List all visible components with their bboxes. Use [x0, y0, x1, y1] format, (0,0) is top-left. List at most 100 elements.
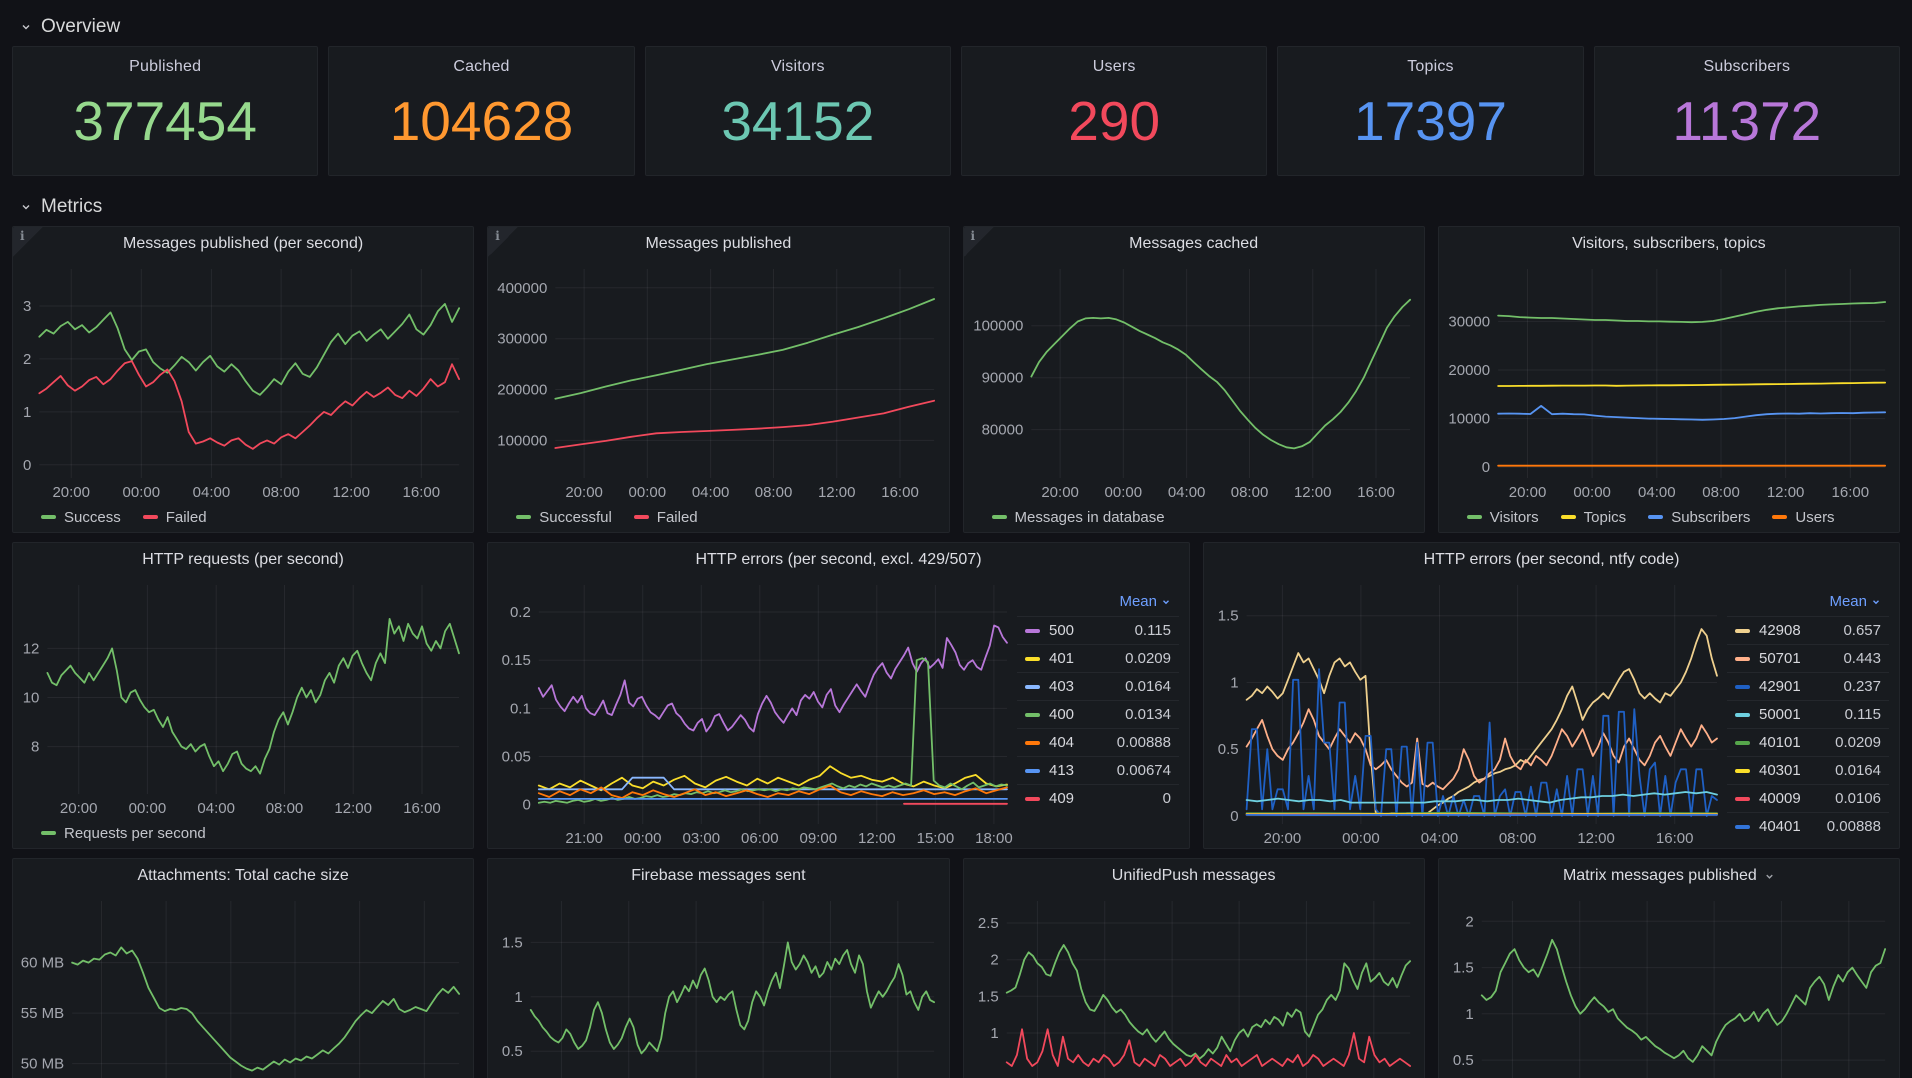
panel-title[interactable]: Matrix messages published — [1439, 859, 1899, 893]
legend-table-row[interactable]: 400090.0106 — [1727, 784, 1889, 812]
svg-text:00:00: 00:00 — [129, 800, 167, 817]
svg-text:20:00: 20:00 — [1041, 484, 1079, 501]
legend-item[interactable]: Failed — [143, 509, 207, 526]
svg-text:04:00: 04:00 — [1421, 830, 1459, 847]
stat-panel-cached: Cached 104628 — [328, 46, 634, 176]
legend-table-row[interactable]: 40301 0.0164 — [1727, 756, 1889, 784]
series-mean-value: 0.237 — [1843, 678, 1881, 695]
panel-visitors-subscribers-topics: Visitors, subscribers, topics 0100002000… — [1438, 226, 1900, 533]
panel-title[interactable]: HTTP requests (per second) — [13, 543, 473, 577]
series-label[interactable]: 42908 — [1759, 622, 1809, 639]
section-metrics[interactable]: Metrics — [12, 188, 1900, 226]
panel-messages-published: i Messages published 1000002000003000004… — [487, 226, 949, 533]
series-mean-value: 0.0164 — [1835, 762, 1881, 779]
legend-item[interactable]: Successful — [516, 509, 612, 526]
svg-text:20000: 20000 — [1448, 362, 1490, 379]
legend-item[interactable]: Messages in database — [992, 509, 1165, 526]
series-label[interactable]: 50001 — [1759, 706, 1809, 723]
chart-svg[interactable]: 50 MB55 MB60 MB20:0000:0004:0008:0012:00… — [15, 893, 469, 1078]
info-icon[interactable]: i — [488, 227, 518, 257]
legend-table-row[interactable]: 4130.00674 — [1017, 756, 1179, 784]
panel-messages-cached: i Messages cached 800009000010000020:000… — [963, 226, 1425, 533]
svg-text:00:00: 00:00 — [1573, 484, 1611, 501]
panel-title[interactable]: Messages cached — [964, 227, 1424, 261]
legend-table-row[interactable]: 429080.657 — [1727, 616, 1889, 644]
chart-svg[interactable]: 010000200003000020:0000:0004:0008:0012:0… — [1441, 261, 1895, 502]
legend-item[interactable]: Subscribers — [1648, 509, 1750, 526]
panel-title[interactable]: Messages published (per second) — [13, 227, 473, 261]
panel-title-text: Matrix messages published — [1563, 867, 1757, 885]
legend-item[interactable]: Visitors — [1467, 509, 1539, 526]
chart-svg[interactable]: 012320:0000:0004:0008:0012:0016:00 — [15, 261, 469, 502]
legend-table-row[interactable]: 5000.115 — [1017, 616, 1179, 644]
panel-title[interactable]: Messages published — [488, 227, 948, 261]
legend-table-row[interactable]: 401010.0209 — [1727, 728, 1889, 756]
series-label[interactable]: 500 — [1049, 622, 1099, 639]
stat-title[interactable]: Published — [129, 58, 201, 76]
chart-svg[interactable]: 0.511.520:0000:0004:0008:0012:0016:00 — [490, 893, 944, 1078]
svg-text:06:00: 06:00 — [741, 830, 779, 847]
stat-panel-subscribers: Subscribers 11372 — [1594, 46, 1900, 176]
panel-title[interactable]: Firebase messages sent — [488, 859, 948, 893]
series-label[interactable]: 404 — [1049, 734, 1099, 751]
panel-title[interactable]: Visitors, subscribers, topics — [1439, 227, 1899, 261]
legend-mean-header[interactable]: Mean — [1727, 591, 1889, 616]
series-label[interactable]: 40101 — [1759, 734, 1809, 751]
chart-svg[interactable]: 8101220:0000:0004:0008:0012:0016:00 — [15, 577, 469, 818]
svg-text:1: 1 — [1465, 1006, 1473, 1023]
chart-svg[interactable]: 10000020000030000040000020:0000:0004:000… — [490, 261, 944, 502]
series-label[interactable]: 403 — [1049, 678, 1099, 695]
panel-title[interactable]: UnifiedPush messages — [964, 859, 1424, 893]
stat-value: 104628 — [390, 76, 574, 175]
series-label[interactable]: 40009 — [1759, 790, 1809, 807]
legend-table-row[interactable]: 4010.0209 — [1017, 644, 1179, 672]
legend-table-row[interactable]: 4040.00888 — [1017, 728, 1179, 756]
legend-table-row[interactable]: 42901 0.237 — [1727, 672, 1889, 700]
stat-title[interactable]: Visitors — [771, 58, 825, 76]
legend-item[interactable]: Users — [1772, 509, 1834, 526]
section-title: Metrics — [41, 196, 102, 218]
svg-text:3: 3 — [23, 298, 31, 315]
legend-table-row[interactable]: 4090 — [1017, 784, 1179, 812]
chart-svg[interactable]: 800009000010000020:0000:0004:0008:0012:0… — [966, 261, 1420, 502]
svg-text:00:00: 00:00 — [624, 830, 662, 847]
svg-text:16:00: 16:00 — [403, 800, 441, 817]
svg-text:12:00: 12:00 — [1293, 484, 1331, 501]
stat-title[interactable]: Topics — [1407, 58, 1454, 76]
svg-text:20:00: 20:00 — [52, 484, 90, 501]
stat-title[interactable]: Cached — [453, 58, 509, 76]
legend-table-row[interactable]: 507010.443 — [1727, 644, 1889, 672]
stat-value: 290 — [1068, 76, 1160, 175]
legend-table-row[interactable]: 500010.115 — [1727, 700, 1889, 728]
info-icon[interactable]: i — [13, 227, 43, 257]
stat-title[interactable]: Users — [1093, 58, 1136, 76]
series-label[interactable]: 401 — [1049, 650, 1099, 667]
chart-svg[interactable]: 0.511.5220:0000:0004:0008:0012:0016:00 — [1441, 893, 1895, 1078]
series-label[interactable]: 40401 — [1759, 818, 1809, 835]
panel-title[interactable]: HTTP errors (per second, excl. 429/507) — [488, 543, 1189, 577]
series-label[interactable]: 409 — [1049, 790, 1099, 807]
legend-item[interactable]: Success — [41, 509, 121, 526]
series-label[interactable]: 413 — [1049, 762, 1099, 779]
svg-text:0.5: 0.5 — [1218, 741, 1239, 758]
section-overview[interactable]: Overview — [12, 8, 1900, 46]
series-label[interactable]: 400 — [1049, 706, 1099, 723]
stat-title[interactable]: Subscribers — [1703, 58, 1790, 76]
legend-item[interactable]: Topics — [1561, 509, 1627, 526]
series-label[interactable]: 40301 — [1759, 762, 1809, 779]
panel-title[interactable]: HTTP errors (per second, ntfy code) — [1204, 543, 1899, 577]
info-icon[interactable]: i — [964, 227, 994, 257]
series-label[interactable]: 50701 — [1759, 650, 1809, 667]
panel-title[interactable]: Attachments: Total cache size — [13, 859, 473, 893]
chart-svg[interactable]: 00.511.520:0000:0004:0008:0012:0016:00 — [1206, 577, 1727, 848]
series-label[interactable]: 42901 — [1759, 678, 1809, 695]
panel-unifiedpush-messages: UnifiedPush messages 11.522.520:0000:000… — [963, 858, 1425, 1078]
legend-item[interactable]: Requests per second — [41, 825, 206, 842]
legend-table-row[interactable]: 404010.00888 — [1727, 812, 1889, 840]
chart-svg[interactable]: 11.522.520:0000:0004:0008:0012:0016:00 — [966, 893, 1420, 1078]
legend-table-row[interactable]: 4030.0164 — [1017, 672, 1179, 700]
legend-mean-header[interactable]: Mean — [1017, 591, 1179, 616]
chart-svg[interactable]: 00.050.10.150.221:0000:0003:0006:0009:00… — [490, 577, 1017, 848]
legend-item[interactable]: Failed — [634, 509, 698, 526]
legend-table-row[interactable]: 4000.0134 — [1017, 700, 1179, 728]
